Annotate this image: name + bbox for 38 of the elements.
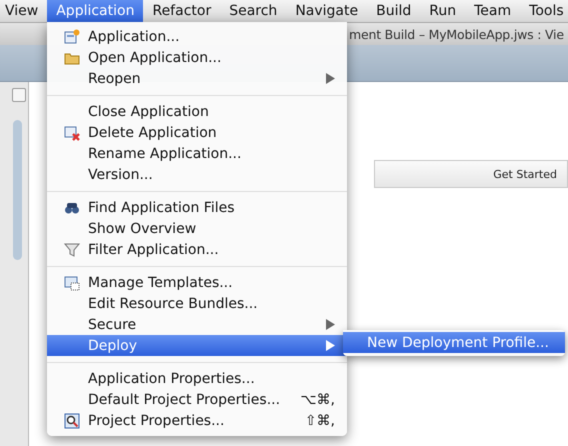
menu-item[interactable]: Edit Resource Bundles...	[47, 293, 347, 314]
menu-item[interactable]: Deploy	[47, 335, 347, 356]
menu-item[interactable]: Filter Application...	[47, 239, 347, 260]
menu-item[interactable]: Close Application	[47, 101, 347, 122]
filter-icon	[64, 242, 80, 258]
menu-item[interactable]: Reopen	[47, 68, 347, 89]
shortcut: ⌥⌘,	[300, 392, 335, 408]
menu-item[interactable]: Default Project Properties... ⌥⌘,	[47, 389, 347, 410]
menu-title[interactable]: View	[0, 0, 48, 22]
new-application-icon	[64, 28, 80, 44]
menu-item[interactable]: Application...	[47, 26, 347, 47]
menu-title[interactable]: Tools	[520, 0, 568, 22]
menu-title[interactable]: Application	[47, 0, 144, 22]
menu-item[interactable]: Project Properties... ⇧⌘,	[47, 410, 347, 431]
shortcut: ⇧⌘,	[304, 412, 335, 428]
minimize-button[interactable]	[12, 88, 26, 102]
magnifier-window-icon	[64, 412, 80, 428]
menu-item[interactable]: Open Application...	[47, 47, 347, 68]
menu-item[interactable]: Version...	[47, 164, 347, 185]
scrollbar[interactable]	[13, 120, 22, 260]
menu-item[interactable]: Manage Templates...	[47, 272, 347, 293]
menu-item[interactable]: Show Overview	[47, 218, 347, 239]
menu-item[interactable]: Rename Application...	[47, 143, 347, 164]
menu-item[interactable]: Delete Application	[47, 122, 347, 143]
editor-tab[interactable]: Get Started	[374, 160, 568, 188]
templates-icon	[64, 274, 80, 290]
window-delete-icon	[64, 124, 80, 140]
menu-title[interactable]: Navigate	[286, 0, 368, 22]
menu-item[interactable]: Secure	[47, 314, 347, 335]
menu-item[interactable]: Find Application Files	[47, 197, 347, 218]
menu-title[interactable]: Team	[465, 0, 520, 22]
window-title: ment Build – MyMobileApp.jws : Vie	[349, 26, 564, 42]
menu-title[interactable]: Search	[220, 0, 286, 22]
menu-item[interactable]: Application Properties...	[47, 368, 347, 389]
menu-item[interactable]: New Deployment Profile...	[343, 332, 565, 353]
menu-title[interactable]: Build	[367, 0, 420, 22]
menu-title[interactable]: Run	[420, 0, 466, 22]
menu-title[interactable]: Refactor	[143, 0, 220, 22]
